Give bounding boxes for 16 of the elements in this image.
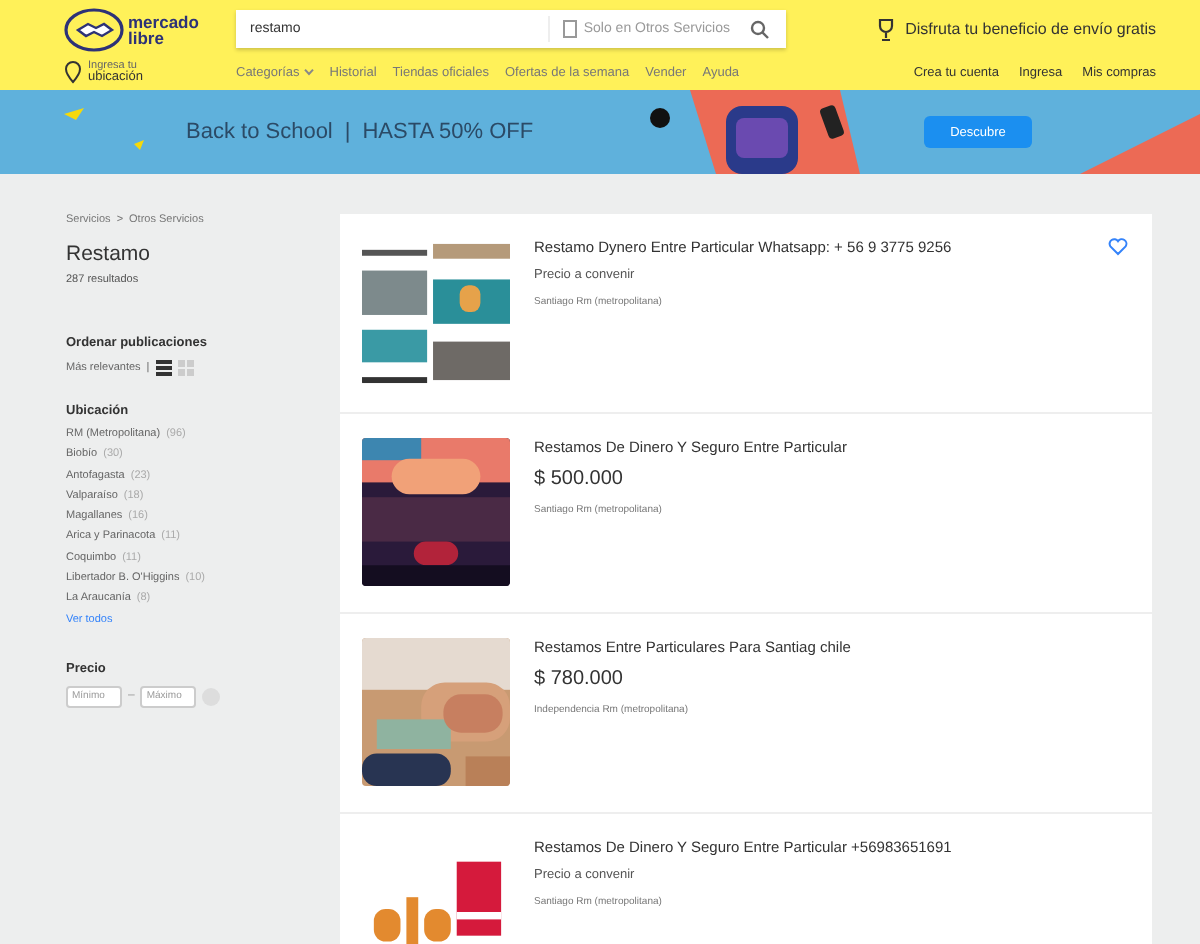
search-query-title: Restamo: [66, 242, 153, 266]
listing-price: $ 780.000: [534, 668, 625, 690]
document-icon: [561, 20, 578, 38]
favorite-heart-icon[interactable]: [1108, 238, 1128, 256]
banner-offer: HASTA 50% OFF: [362, 120, 534, 144]
banner-title: Back to School: [186, 120, 333, 144]
trophy-icon: [875, 17, 896, 41]
logo-text[interactable]: mercado libre: [128, 13, 199, 45]
banner-separator: |: [344, 120, 351, 144]
handshake-logo-icon: [64, 7, 124, 51]
caret-icon: [303, 68, 314, 76]
shipping-promo[interactable]: Disfruta tu beneficio de envío gratis: [905, 20, 1156, 38]
location-pin-icon: [64, 60, 82, 84]
list-view-icon[interactable]: [155, 360, 172, 376]
listing-price: $ 500.000: [534, 468, 625, 490]
search-icon[interactable]: [750, 19, 770, 39]
